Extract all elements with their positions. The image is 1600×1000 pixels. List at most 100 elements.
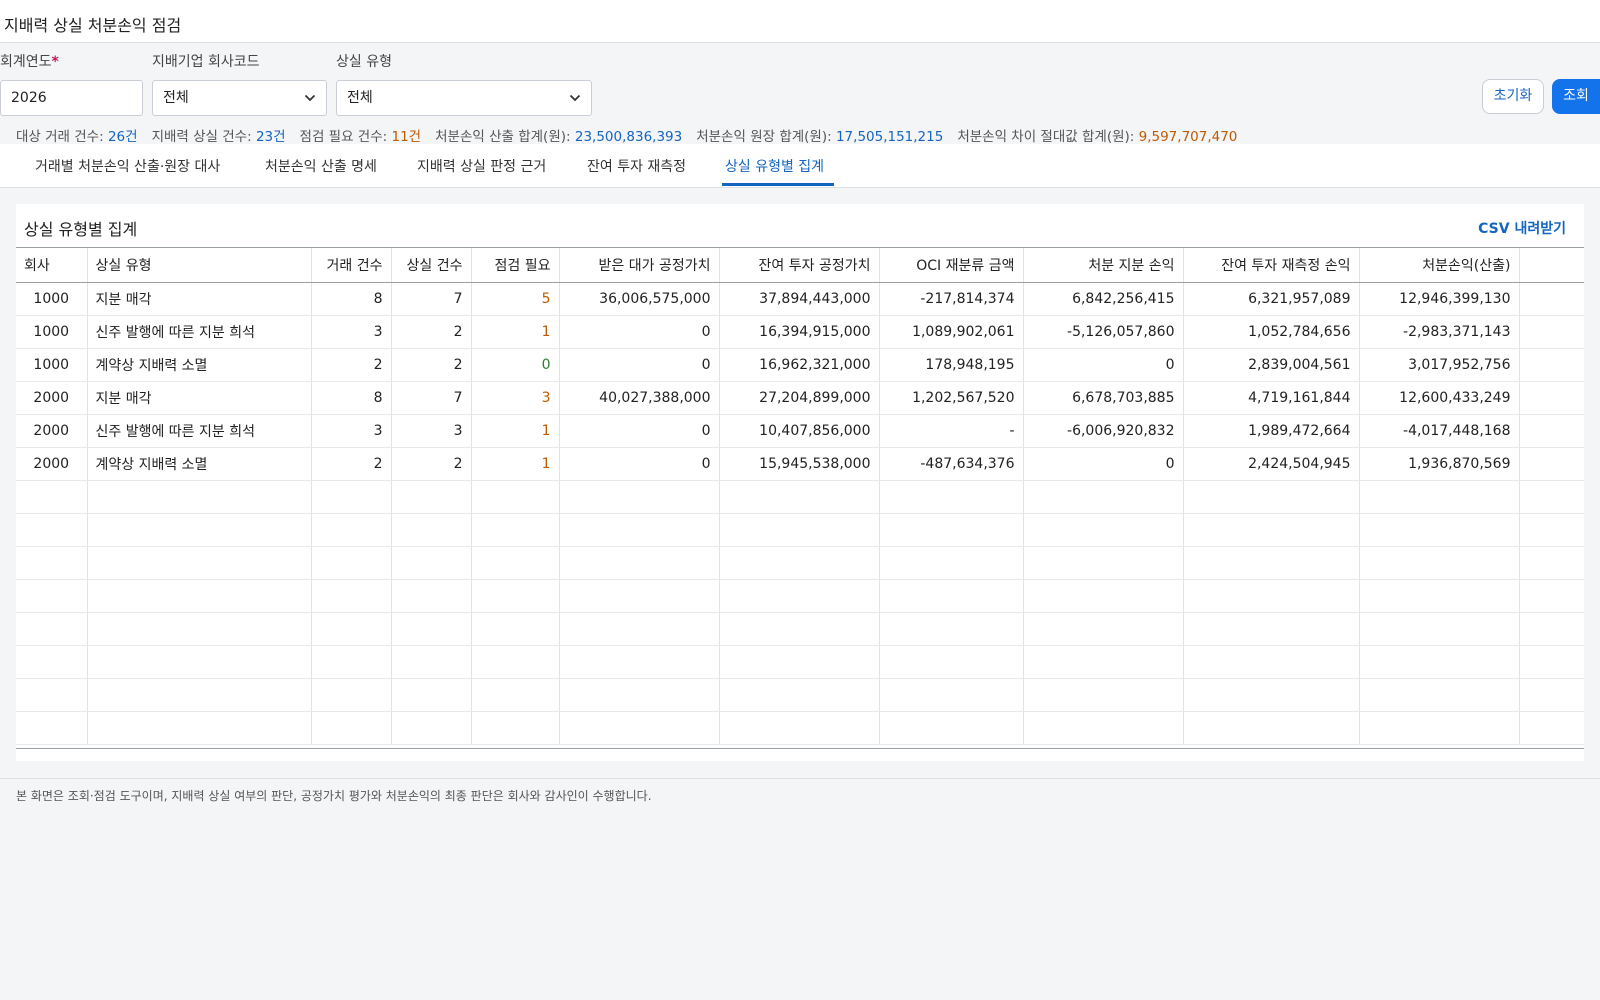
table-cell: 8 bbox=[311, 282, 392, 316]
table-cell: 2,424,504,945 bbox=[1183, 447, 1360, 481]
table-cell: 0 bbox=[559, 315, 720, 349]
tab-calculation-detail[interactable]: 처분손익 산출 명세 bbox=[265, 156, 377, 176]
table-cell bbox=[719, 678, 880, 712]
table-row[interactable]: 1000 신주 발행에 따른 지분 희석 3 2 1 0 16,394,915,000 1,0… bbox=[16, 315, 1584, 349]
table-cell: 8 bbox=[311, 381, 392, 415]
table-row[interactable]: 1000 지분 매각 8 7 5 36,006,575,000 37,894,443,000… bbox=[16, 282, 1584, 316]
table-cell bbox=[87, 513, 312, 547]
fiscal-year-input[interactable]: 2026 bbox=[0, 80, 143, 116]
table-cell bbox=[559, 678, 720, 712]
column-header[interactable]: 상실 유형 bbox=[87, 248, 312, 283]
table-cell: 3 bbox=[391, 414, 472, 448]
table-cell bbox=[559, 480, 720, 514]
loss-type-value: 전체 bbox=[347, 90, 373, 106]
table-cell: 5 bbox=[471, 282, 560, 316]
table-cell bbox=[1183, 612, 1360, 646]
column-header[interactable]: 점검 필요 bbox=[471, 248, 560, 283]
table-cell bbox=[391, 711, 472, 745]
column-header[interactable]: 처분 지분 손익 bbox=[1023, 248, 1184, 283]
table-cell bbox=[16, 480, 88, 514]
panel-title: 상실 유형별 집계 bbox=[24, 220, 138, 239]
table-cell bbox=[391, 612, 472, 646]
table-cell: 3,017,952,756 bbox=[1359, 348, 1520, 382]
table-cell: 40,027,388,000 bbox=[559, 381, 720, 415]
table-cell: 7 bbox=[391, 381, 472, 415]
table-cell bbox=[311, 612, 392, 646]
table-cell bbox=[1359, 645, 1520, 679]
column-header[interactable]: 상실 건수 bbox=[391, 248, 472, 283]
table-cell: -2,983,371,143 bbox=[1359, 315, 1520, 349]
table-cell bbox=[879, 645, 1024, 679]
table-cell bbox=[87, 546, 312, 580]
tab-loss-judgment-basis[interactable]: 지배력 상실 판정 근거 bbox=[417, 156, 546, 176]
table-cell bbox=[1359, 546, 1520, 580]
table-cell: 6,842,256,415 bbox=[1023, 282, 1184, 316]
table-cell: 27,204,899,000 bbox=[719, 381, 880, 415]
table-cell bbox=[1023, 678, 1184, 712]
table-cell bbox=[879, 513, 1024, 547]
empty-table-row bbox=[16, 645, 1584, 679]
table-cell bbox=[879, 612, 1024, 646]
table-cell bbox=[1183, 579, 1360, 613]
table-cell: 계약상 지배력 소멸 bbox=[87, 447, 312, 481]
table-cell bbox=[719, 513, 880, 547]
table-cell bbox=[1023, 546, 1184, 580]
table-cell bbox=[311, 546, 392, 580]
tab-reconciliation[interactable]: 거래별 처분손익 산출·원장 대사 bbox=[35, 156, 220, 176]
summary-item: 대상 거래 건수: 26건 bbox=[16, 129, 138, 145]
table-row[interactable]: 2000 신주 발행에 따른 지분 희석 3 3 1 0 10,407,856,000- -6… bbox=[16, 414, 1584, 448]
column-header[interactable]: 처분손익(산출) bbox=[1359, 248, 1520, 283]
table-cell bbox=[16, 546, 88, 580]
table-cell: 2 bbox=[391, 315, 472, 349]
column-header[interactable]: 받은 대가 공정가치 bbox=[559, 248, 720, 283]
loss-type-label: 상실 유형 bbox=[336, 54, 392, 70]
table-cell: 2 bbox=[311, 348, 392, 382]
company-code-field: 지배기업 회사코드 전체 bbox=[152, 51, 327, 116]
table-cell: 1,936,870,569 bbox=[1359, 447, 1520, 481]
table-cell: 0 bbox=[1023, 447, 1184, 481]
summary-value: 23건 bbox=[255, 129, 286, 145]
table-cell bbox=[16, 612, 88, 646]
table-cell: 37,894,443,000 bbox=[719, 282, 880, 316]
table-cell bbox=[16, 711, 88, 745]
table-cell bbox=[1519, 579, 1584, 613]
table-cell bbox=[559, 612, 720, 646]
empty-table-row bbox=[16, 513, 1584, 547]
column-header[interactable]: OCI 재분류 금액 bbox=[879, 248, 1024, 283]
tab-loss-type-summary[interactable]: 상실 유형별 집계 bbox=[725, 156, 824, 176]
tab-remeasurement[interactable]: 잔여 투자 재측정 bbox=[587, 156, 686, 176]
search-button[interactable]: 조회 bbox=[1552, 79, 1600, 114]
csv-download-link[interactable]: CSV 내려받기 bbox=[1478, 218, 1566, 238]
table-cell bbox=[471, 678, 560, 712]
table-cell bbox=[16, 579, 88, 613]
summary-item: 점검 필요 건수: 11건 bbox=[300, 129, 422, 145]
chevron-down-icon bbox=[569, 81, 581, 104]
column-header[interactable]: 처 bbox=[1519, 248, 1584, 283]
summary-value: 23,500,836,393 bbox=[574, 129, 683, 145]
table-cell: -6,006,920,832 bbox=[1023, 414, 1184, 448]
loss-type-select[interactable]: 전체 bbox=[336, 80, 592, 116]
table-row[interactable]: 2000 지분 매각 8 7 3 40,027,388,000 27,204,899,000… bbox=[16, 381, 1584, 415]
table-cell bbox=[1359, 579, 1520, 613]
table-row[interactable]: 1000 계약상 지배력 소멸 2 2 0 0 16,962,321,000 178,948,… bbox=[16, 348, 1584, 382]
column-header[interactable]: 잔여 투자 재측정 손익 bbox=[1183, 248, 1360, 283]
table-cell: 지분 매각 bbox=[87, 282, 312, 316]
table-scroll-area[interactable]: 회사 상실 유형 거래 건수 상실 건수 점검 필요 받은 대가 공정가치 잔여 투자 공정… bbox=[16, 247, 1584, 749]
summary-value: 9,597,707,470 bbox=[1138, 129, 1238, 145]
table-cell bbox=[16, 678, 88, 712]
column-header[interactable]: 잔여 투자 공정가치 bbox=[719, 248, 880, 283]
filter-bar: 회계연도* 2026 지배기업 회사코드 전체 상실 유형 전체 bbox=[0, 43, 1600, 127]
column-header[interactable]: 회사 bbox=[16, 248, 88, 283]
table-cell bbox=[391, 546, 472, 580]
table-cell: -4,017,448,168 bbox=[1359, 414, 1520, 448]
empty-table-row bbox=[16, 480, 1584, 514]
table-cell bbox=[471, 579, 560, 613]
reset-button[interactable]: 초기화 bbox=[1482, 79, 1544, 114]
table-cell bbox=[1359, 678, 1520, 712]
table-row[interactable]: 2000 계약상 지배력 소멸 2 2 1 0 15,945,538,000 -487,634… bbox=[16, 447, 1584, 481]
table-cell bbox=[1519, 513, 1584, 547]
table-cell bbox=[1023, 612, 1184, 646]
summary-bar: 대상 거래 건수: 26건 지배력 상실 건수: 23건 점검 필요 건수: 11건… bbox=[16, 125, 1251, 145]
company-code-select[interactable]: 전체 bbox=[152, 80, 327, 116]
column-header[interactable]: 거래 건수 bbox=[311, 248, 392, 283]
